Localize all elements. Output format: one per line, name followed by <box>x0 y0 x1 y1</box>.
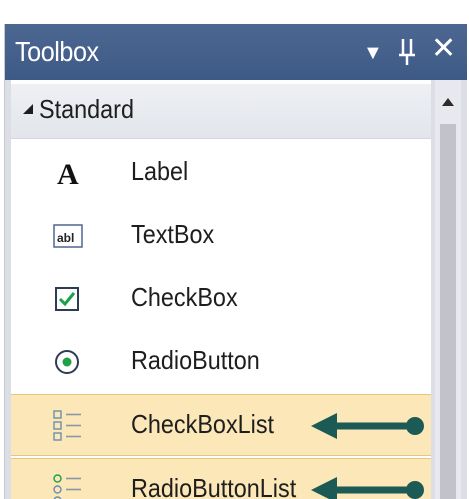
toolbox-item-textbox[interactable]: abl TextBox <box>11 205 431 267</box>
vertical-scrollbar[interactable] <box>435 80 461 499</box>
item-label: TextBox <box>131 219 215 249</box>
expanded-triangle-icon[interactable] <box>23 104 33 114</box>
group-header-standard[interactable]: Standard <box>11 84 431 139</box>
checkbox-icon <box>51 282 85 316</box>
item-label: RadioButton <box>131 345 260 375</box>
pointer-arrow-icon <box>311 413 424 439</box>
item-label: RadioButtonList <box>131 473 297 499</box>
textbox-icon-text: abl <box>57 231 74 245</box>
label-icon: A <box>51 156 85 191</box>
textbox-icon: abl <box>51 219 85 253</box>
toolbox-item-checkbox[interactable]: CheckBox <box>11 268 431 330</box>
label-icon-glyph: A <box>57 158 79 190</box>
item-label: CheckBox <box>131 282 238 312</box>
close-icon[interactable]: ✕ <box>431 32 456 66</box>
checkboxlist-icon <box>51 409 85 443</box>
radiobutton-icon <box>51 345 85 379</box>
toolbox-titlebar: Toolbox ▼ ✕ <box>5 24 467 80</box>
item-label: CheckBoxList <box>131 409 275 439</box>
scroll-thumb[interactable] <box>440 124 456 499</box>
pointer-arrow-icon <box>311 477 424 499</box>
scroll-up-arrow-icon[interactable] <box>435 84 461 120</box>
toolbox-item-radiobuttonlist[interactable]: RadioButtonList <box>11 458 431 499</box>
radiobuttonlist-icon <box>51 473 85 499</box>
toolbox-title: Toolbox <box>15 36 99 67</box>
item-label: Label <box>131 156 189 186</box>
group-label: Standard <box>39 94 134 124</box>
toolbox-window: Toolbox ▼ ✕ Standard A Label abl TextBox… <box>4 24 467 499</box>
dropdown-icon[interactable]: ▼ <box>363 36 383 70</box>
toolbox-item-checkboxlist[interactable]: CheckBoxList <box>11 394 431 456</box>
toolbox-content: Standard A Label abl TextBox CheckBox Ra… <box>11 80 431 499</box>
pin-icon[interactable] <box>396 34 418 74</box>
toolbox-item-label[interactable]: A Label <box>11 142 431 204</box>
toolbox-item-radiobutton[interactable]: RadioButton <box>11 331 431 393</box>
